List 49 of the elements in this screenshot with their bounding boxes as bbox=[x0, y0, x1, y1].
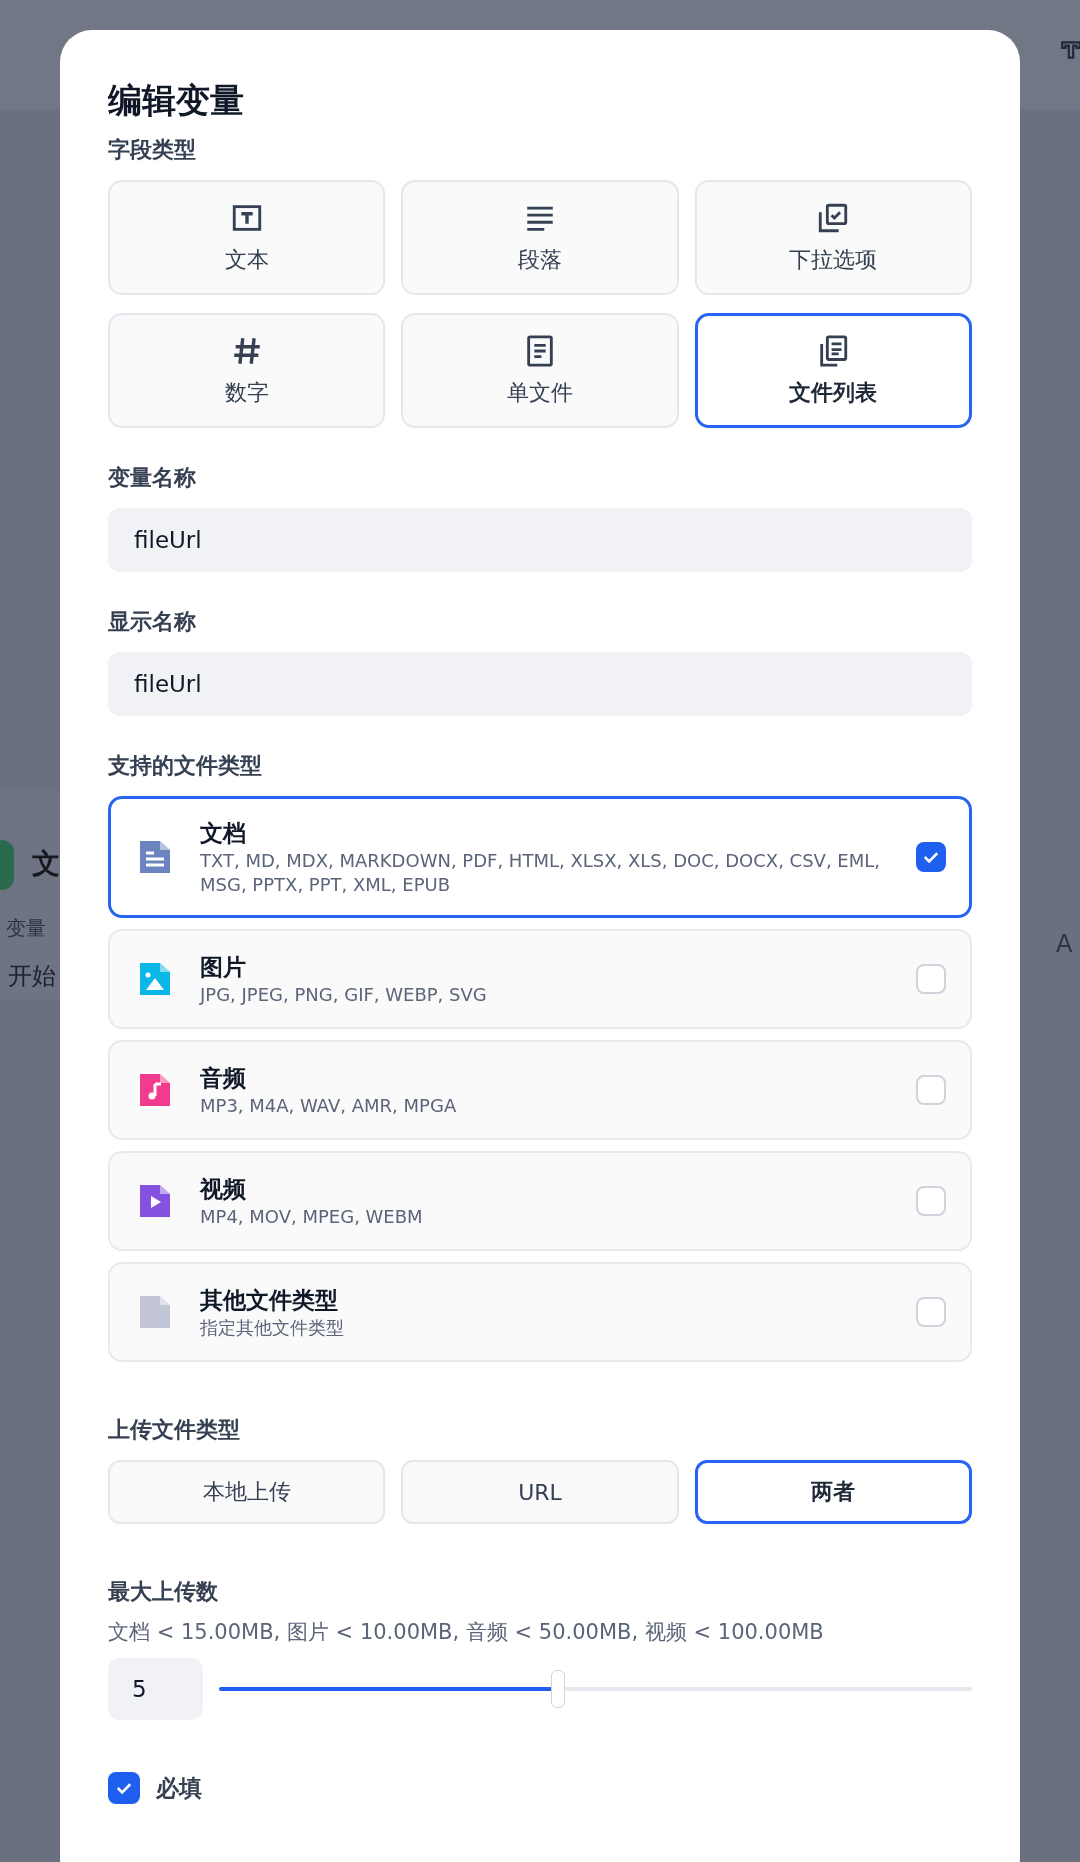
checkbox[interactable] bbox=[108, 1772, 140, 1804]
field-type-option[interactable]: 文件列表 bbox=[694, 313, 972, 428]
file-extensions: MP3, M4A, WAV, AMR, MPGA bbox=[200, 1094, 458, 1118]
file-extensions: MP4, MOV, MPEG, WEBM bbox=[200, 1205, 424, 1229]
size-limit-hint: 文档 < 15.00MB, 图片 < 10.00MB, 音频 < 50.00MB, 视频 < 100.00MB bbox=[108, 1619, 825, 1646]
file-type-name: 其他文件类型 bbox=[200, 1286, 339, 1315]
file-extensions: 指定其他文件类型 bbox=[200, 1316, 345, 1340]
field-label: 最大上传数 bbox=[108, 1578, 219, 1606]
checkbox[interactable] bbox=[916, 842, 946, 872]
field-label: 显示名称 bbox=[108, 608, 197, 636]
field-type-option[interactable]: 文本 bbox=[108, 180, 386, 295]
dialog-title: 编辑变量 bbox=[108, 79, 245, 122]
file-type-card[interactable]: 视频 MP4, MOV, MPEG, WEBM bbox=[108, 1151, 972, 1251]
file-extensions: JPG, JPEG, PNG, GIF, WEBP, SVG bbox=[200, 983, 488, 1007]
file-type-card[interactable]: 其他文件类型 指定其他文件类型 bbox=[108, 1262, 972, 1362]
file-type-card[interactable]: 文档 TXT, MD, MDX, MARKDOWN, PDF, HTML, XLSX, XLS, DOC, DOCX, CSV, EML, MSG, PPTX, PPT, XML, EPUB bbox=[108, 796, 972, 918]
field-label: 支持的文件类型 bbox=[108, 752, 263, 780]
node-row-text: 开始 bbox=[8, 961, 56, 992]
field-type-option[interactable]: 段落 bbox=[401, 180, 679, 295]
file-type-name: 音频 bbox=[200, 1064, 247, 1093]
node-text: A bbox=[1056, 930, 1073, 958]
checkbox[interactable] bbox=[916, 1075, 946, 1105]
required-label: 必填 bbox=[156, 1773, 202, 1803]
file-type-name: 文档 bbox=[200, 819, 247, 848]
max-uploads-field[interactable]: 5 bbox=[108, 1658, 203, 1720]
checkbox[interactable] bbox=[916, 964, 946, 994]
node-title: 文 bbox=[32, 846, 60, 882]
slider-thumb[interactable] bbox=[550, 1670, 565, 1708]
upload-method-option[interactable]: 本地上传 bbox=[108, 1460, 386, 1524]
field-label: 字段类型 bbox=[108, 136, 197, 164]
file-extensions: TXT, MD, MDX, MARKDOWN, PDF, HTML, XLSX, XLS, DOC, DOCX, CSV, EML, MSG, PPTX, PPT, XML, EPUB bbox=[200, 849, 881, 897]
checkbox[interactable] bbox=[916, 1186, 946, 1216]
field-label: 上传文件类型 bbox=[108, 1416, 241, 1444]
tool-icon[interactable] bbox=[1060, 38, 1080, 62]
display-name-field[interactable]: fileUrl bbox=[108, 652, 972, 716]
file-type-name: 图片 bbox=[200, 953, 247, 982]
slider[interactable] bbox=[219, 1669, 972, 1709]
node-subtitle: 变量 bbox=[6, 915, 46, 942]
upload-method-option[interactable]: 两者 bbox=[694, 1460, 972, 1524]
field-label: 变量名称 bbox=[108, 464, 197, 492]
field-type-option[interactable]: 单文件 bbox=[401, 313, 679, 428]
file-type-name: 视频 bbox=[200, 1175, 247, 1204]
file-type-card[interactable]: 图片 JPG, JPEG, PNG, GIF, WEBP, SVG bbox=[108, 929, 972, 1029]
upload-method-option[interactable]: URL bbox=[401, 1460, 679, 1524]
field-type-option[interactable]: 数字 bbox=[108, 313, 386, 428]
field-type-option[interactable]: 下拉选项 bbox=[694, 180, 972, 295]
file-type-card[interactable]: 音频 MP3, M4A, WAV, AMR, MPGA bbox=[108, 1040, 972, 1140]
variable-name-field[interactable]: fileUrl bbox=[108, 508, 972, 572]
checkbox[interactable] bbox=[916, 1297, 946, 1327]
